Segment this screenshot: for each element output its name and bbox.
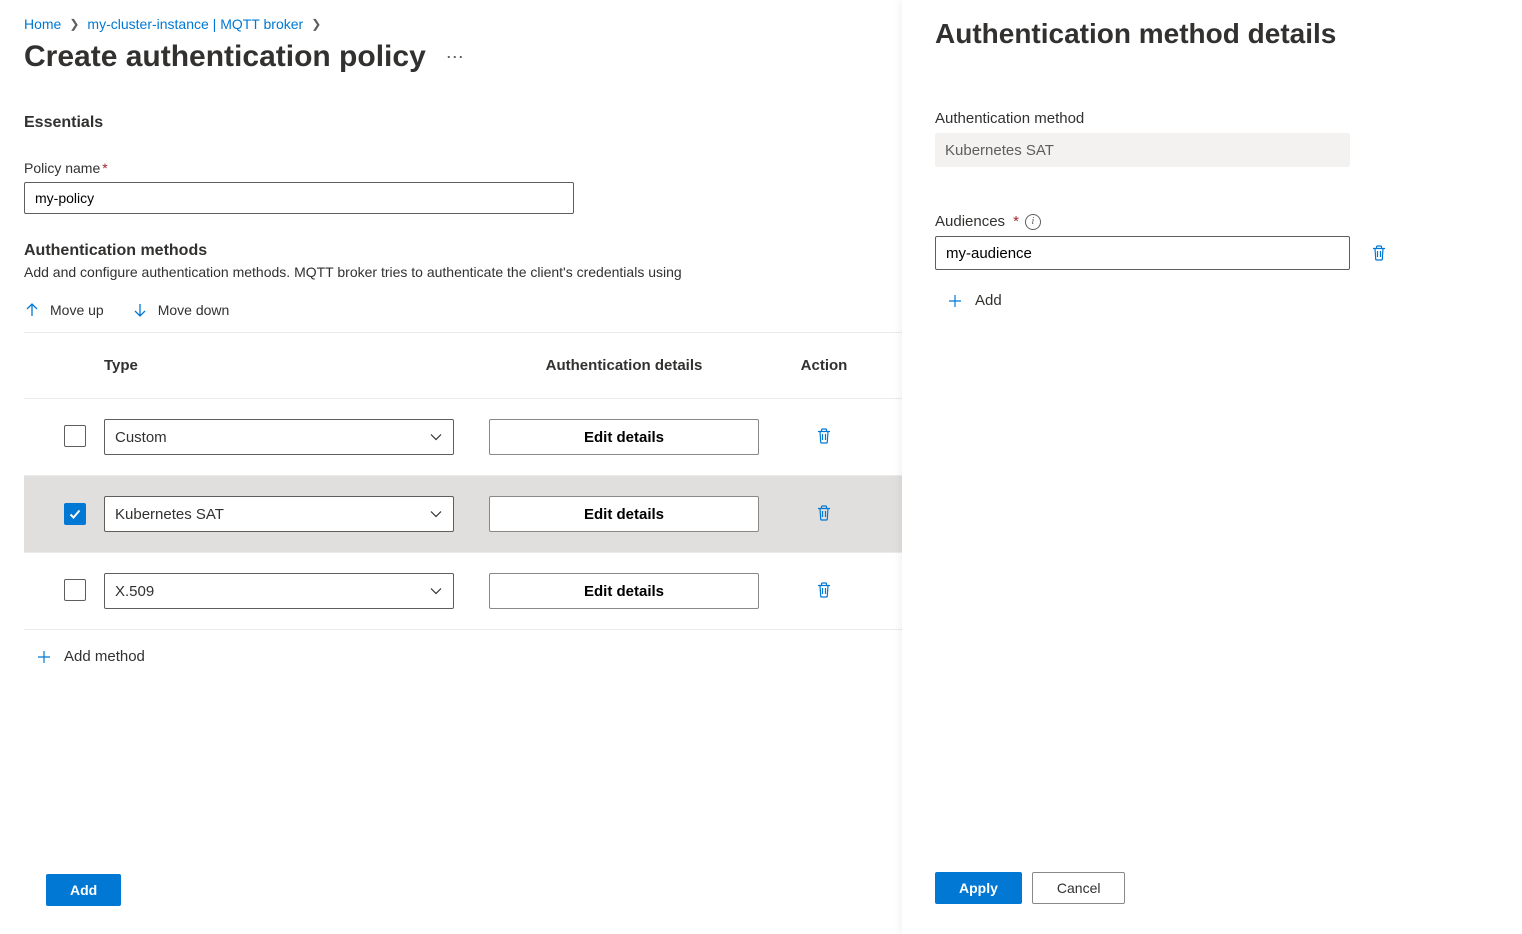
auth-method-value: Kubernetes SAT <box>935 133 1350 167</box>
move-up-label: Move up <box>50 302 104 318</box>
cancel-button[interactable]: Cancel <box>1032 872 1126 904</box>
breadcrumb-home[interactable]: Home <box>24 16 61 32</box>
essentials-heading: Essentials <box>24 114 902 132</box>
policy-name-field: Policy name* <box>24 160 902 214</box>
table-row: Kubernetes SAT Edit details <box>24 476 902 553</box>
plus-icon <box>947 293 963 309</box>
column-type: Type <box>104 357 474 374</box>
methods-desc: Add and configure authentication methods… <box>24 264 902 280</box>
column-action: Action <box>774 357 874 374</box>
delete-button[interactable] <box>815 504 833 522</box>
audience-input[interactable] <box>935 236 1350 270</box>
page-title: Create authentication policy <box>24 40 426 74</box>
table-header: Type Authentication details Action <box>24 333 902 399</box>
page-title-row: Create authentication policy ⋯ <box>24 40 902 74</box>
more-icon[interactable]: ⋯ <box>442 43 468 72</box>
move-down-button[interactable]: Move down <box>132 302 230 318</box>
breadcrumb-resource[interactable]: my-cluster-instance | MQTT broker <box>87 16 303 32</box>
audience-row <box>935 236 1490 270</box>
bottom-bar: Add <box>24 862 902 934</box>
add-audience-button[interactable]: Add <box>935 284 1490 317</box>
column-details: Authentication details <box>474 357 774 374</box>
type-dropdown[interactable]: X.509 <box>104 573 454 609</box>
main-content: Home ❯ my-cluster-instance | MQTT broker… <box>0 0 902 934</box>
row-checkbox[interactable] <box>64 503 86 525</box>
chevron-down-icon <box>429 507 443 521</box>
auth-method-label: Authentication method <box>935 110 1490 127</box>
arrow-down-icon <box>132 302 148 318</box>
chevron-right-icon: ❯ <box>69 17 79 31</box>
delete-button[interactable] <box>815 427 833 445</box>
add-method-button[interactable]: Add method <box>24 630 902 683</box>
panel-title: Authentication method details <box>935 18 1490 50</box>
move-up-button[interactable]: Move up <box>24 302 104 318</box>
type-dropdown[interactable]: Custom <box>104 419 454 455</box>
chevron-down-icon <box>429 430 443 444</box>
trash-icon <box>815 504 833 522</box>
chevron-down-icon <box>429 584 443 598</box>
dropdown-value: Custom <box>115 429 167 446</box>
policy-name-label-text: Policy name <box>24 160 100 176</box>
delete-button[interactable] <box>815 581 833 599</box>
edit-details-button[interactable]: Edit details <box>489 419 759 455</box>
delete-audience-button[interactable] <box>1370 244 1388 262</box>
required-star: * <box>1013 213 1019 230</box>
add-button[interactable]: Add <box>46 874 121 906</box>
check-icon <box>68 507 82 521</box>
panel-footer: Apply Cancel <box>935 856 1490 910</box>
add-method-label: Add method <box>64 648 145 665</box>
dropdown-value: X.509 <box>115 583 154 600</box>
required-star: * <box>102 160 107 176</box>
policy-name-label: Policy name* <box>24 160 902 176</box>
arrow-up-icon <box>24 302 40 318</box>
methods-heading: Authentication methods <box>24 242 902 260</box>
apply-button[interactable]: Apply <box>935 872 1022 904</box>
trash-icon <box>1370 244 1388 262</box>
type-dropdown[interactable]: Kubernetes SAT <box>104 496 454 532</box>
policy-name-input[interactable] <box>24 182 574 214</box>
table-row: X.509 Edit details <box>24 553 902 630</box>
row-checkbox[interactable] <box>64 425 86 447</box>
table-row: Custom Edit details <box>24 399 902 476</box>
details-panel: Authentication method details Authentica… <box>902 0 1522 934</box>
chevron-right-icon: ❯ <box>311 17 321 31</box>
audiences-label: Audiences <box>935 213 1005 230</box>
row-checkbox[interactable] <box>64 579 86 601</box>
trash-icon <box>815 581 833 599</box>
reorder-toolbar: Move up Move down <box>24 300 902 333</box>
plus-icon <box>36 649 52 665</box>
dropdown-value: Kubernetes SAT <box>115 506 224 523</box>
breadcrumb: Home ❯ my-cluster-instance | MQTT broker… <box>24 16 902 32</box>
move-down-label: Move down <box>158 302 230 318</box>
edit-details-button[interactable]: Edit details <box>489 496 759 532</box>
info-icon[interactable]: i <box>1025 214 1041 230</box>
audiences-label-row: Audiences * i <box>935 213 1490 230</box>
edit-details-button[interactable]: Edit details <box>489 573 759 609</box>
trash-icon <box>815 427 833 445</box>
add-audience-label: Add <box>975 292 1002 309</box>
